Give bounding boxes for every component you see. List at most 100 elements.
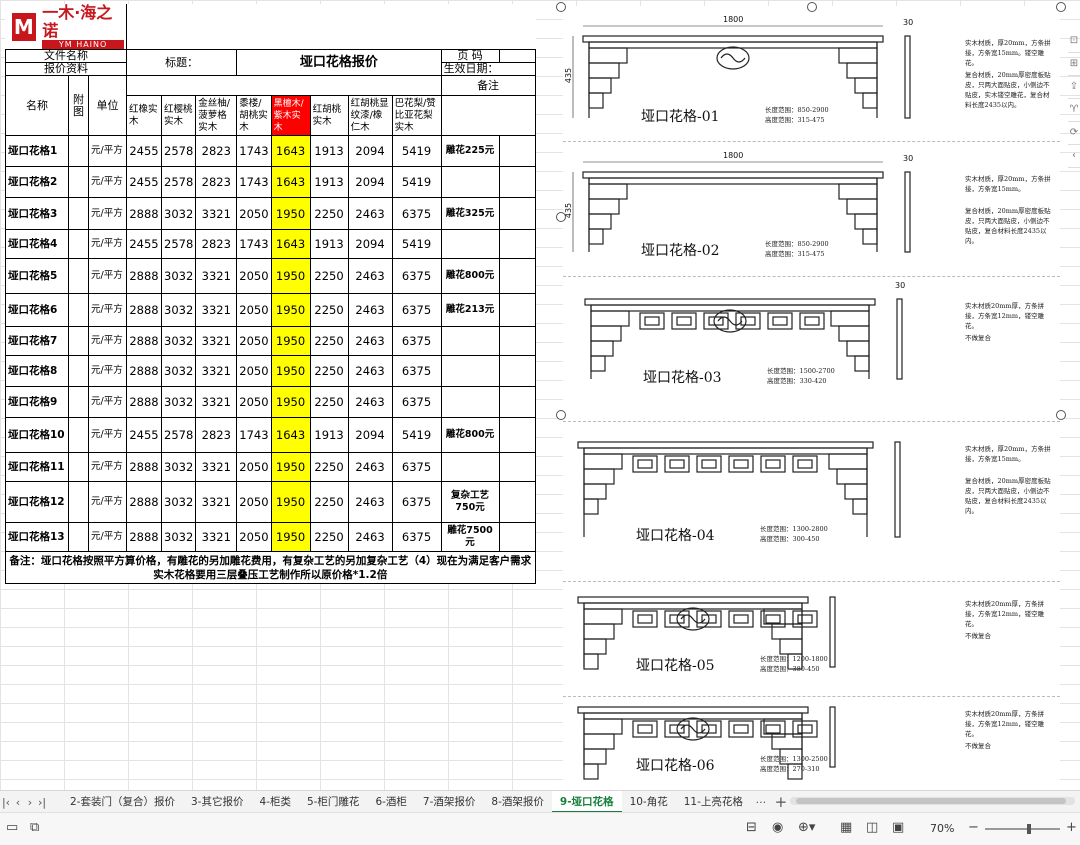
price-cell[interactable]: 2823 — [195, 229, 238, 259]
price-cell[interactable]: 6375 — [391, 197, 442, 230]
price-cell[interactable]: 3032 — [160, 522, 197, 552]
row-blank-cell[interactable] — [498, 293, 536, 327]
price-cell[interactable]: 1913 — [309, 229, 349, 259]
more-tabs-icon[interactable]: ··· — [751, 796, 771, 809]
sheet-tab[interactable]: 7-酒架报价 — [415, 791, 483, 813]
price-cell[interactable]: 2578 — [160, 417, 197, 453]
price-cell[interactable]: 5419 — [391, 229, 442, 259]
price-cell[interactable]: 2888 — [126, 386, 162, 418]
price-cell[interactable]: 1643 — [270, 417, 311, 453]
normal-view-icon[interactable]: ▦ — [840, 820, 852, 835]
row-blank-cell[interactable] — [498, 417, 536, 453]
row-name-cell[interactable]: 垭口花格1 — [5, 135, 69, 167]
price-cell[interactable]: 2050 — [236, 522, 272, 552]
row-name-cell[interactable]: 垭口花格4 — [5, 229, 69, 259]
price-cell[interactable]: 2888 — [126, 258, 162, 294]
price-cell[interactable]: 1950 — [270, 452, 311, 482]
row-unit-cell[interactable]: 元/平方 — [88, 166, 127, 198]
row-name-cell[interactable]: 垭口花格11 — [5, 452, 69, 482]
row-image-cell[interactable] — [68, 522, 89, 552]
price-cell[interactable]: 2250 — [309, 522, 349, 552]
row-note-cell[interactable]: 雕花800元 — [440, 258, 500, 294]
price-cell[interactable]: 2888 — [126, 355, 162, 387]
price-cell[interactable]: 1743 — [236, 135, 272, 167]
price-cell[interactable]: 3032 — [160, 386, 197, 418]
price-cell[interactable]: 3321 — [195, 326, 238, 356]
price-cell[interactable]: 2050 — [236, 481, 272, 523]
first-sheet-icon[interactable]: |‹ — [0, 796, 12, 809]
price-cell[interactable]: 2463 — [347, 452, 393, 482]
row-name-cell[interactable]: 垭口花格6 — [5, 293, 69, 327]
prev-sheet-icon[interactable]: ‹ — [12, 796, 24, 809]
row-note-cell[interactable] — [440, 326, 500, 356]
freeze-icon[interactable]: ⊕▾ — [798, 820, 815, 835]
next-sheet-icon[interactable]: › — [24, 796, 36, 809]
price-cell[interactable]: 2463 — [347, 197, 393, 230]
price-cell[interactable]: 5419 — [391, 417, 442, 453]
sheet-tab[interactable]: 8-酒架报价 — [483, 791, 551, 813]
row-blank-cell[interactable] — [498, 326, 536, 356]
price-cell[interactable]: 3032 — [160, 197, 197, 230]
last-sheet-icon[interactable]: ›| — [36, 796, 48, 809]
side-tool-3-icon[interactable]: ⇪ — [1068, 76, 1080, 99]
sheet-tab[interactable]: 10-角花 — [622, 791, 676, 813]
price-cell[interactable]: 2050 — [236, 355, 272, 387]
row-unit-cell[interactable]: 元/平方 — [88, 293, 127, 327]
price-cell[interactable]: 2888 — [126, 326, 162, 356]
row-name-cell[interactable]: 垭口花格9 — [5, 386, 69, 418]
zoom-level[interactable]: 70% — [930, 822, 954, 835]
row-blank-cell[interactable] — [498, 166, 536, 198]
row-image-cell[interactable] — [68, 452, 89, 482]
price-cell[interactable]: 2578 — [160, 229, 197, 259]
spreadsheet-area[interactable]: M 一木·海之诺 YM HAINO 文件名称 标题： 垭口花格报价 页 码 报价… — [0, 0, 1080, 790]
row-unit-cell[interactable]: 元/平方 — [88, 135, 127, 167]
row-note-cell[interactable]: 雕花800元 — [440, 417, 500, 453]
row-unit-cell[interactable]: 元/平方 — [88, 452, 127, 482]
price-cell[interactable]: 2888 — [126, 197, 162, 230]
price-cell[interactable]: 2455 — [126, 135, 162, 167]
row-image-cell[interactable] — [68, 355, 89, 387]
status-cell-icon[interactable]: ▭ — [6, 820, 18, 835]
row-blank-cell[interactable] — [498, 355, 536, 387]
price-cell[interactable]: 1950 — [270, 326, 311, 356]
price-cell[interactable]: 2250 — [309, 258, 349, 294]
row-unit-cell[interactable]: 元/平方 — [88, 522, 127, 552]
row-unit-cell[interactable]: 元/平方 — [88, 258, 127, 294]
price-cell[interactable]: 6375 — [391, 386, 442, 418]
row-name-cell[interactable]: 垭口花格3 — [5, 197, 69, 230]
price-cell[interactable]: 3321 — [195, 386, 238, 418]
row-note-cell[interactable] — [440, 386, 500, 418]
price-cell[interactable]: 2463 — [347, 355, 393, 387]
sheet-tab[interactable]: 5-柜门雕花 — [299, 791, 367, 813]
price-cell[interactable]: 6375 — [391, 522, 442, 552]
price-cell[interactable]: 2250 — [309, 481, 349, 523]
price-cell[interactable]: 2823 — [195, 166, 238, 198]
eye-protection-icon[interactable]: ◉ — [772, 820, 783, 835]
price-cell[interactable]: 3032 — [160, 481, 197, 523]
price-cell[interactable]: 2463 — [347, 386, 393, 418]
price-cell[interactable]: 2455 — [126, 229, 162, 259]
zoom-out-icon[interactable]: − — [968, 820, 979, 835]
row-image-cell[interactable] — [68, 293, 89, 327]
price-cell[interactable]: 2250 — [309, 355, 349, 387]
row-image-cell[interactable] — [68, 135, 89, 167]
price-cell[interactable]: 3321 — [195, 481, 238, 523]
price-cell[interactable]: 2094 — [347, 229, 393, 259]
row-name-cell[interactable]: 垭口花格8 — [5, 355, 69, 387]
row-note-cell[interactable] — [440, 355, 500, 387]
row-unit-cell[interactable]: 元/平方 — [88, 326, 127, 356]
price-cell[interactable]: 2250 — [309, 452, 349, 482]
row-unit-cell[interactable]: 元/平方 — [88, 417, 127, 453]
price-cell[interactable]: 1743 — [236, 417, 272, 453]
price-cell[interactable]: 1950 — [270, 197, 311, 230]
price-cell[interactable]: 1743 — [236, 166, 272, 198]
row-blank-cell[interactable] — [498, 386, 536, 418]
row-blank-cell[interactable] — [498, 229, 536, 259]
price-cell[interactable]: 1950 — [270, 355, 311, 387]
row-image-cell[interactable] — [68, 258, 89, 294]
price-cell[interactable]: 2823 — [195, 417, 238, 453]
row-image-cell[interactable] — [68, 417, 89, 453]
row-name-cell[interactable]: 垭口花格7 — [5, 326, 69, 356]
price-cell[interactable]: 2094 — [347, 166, 393, 198]
row-image-cell[interactable] — [68, 386, 89, 418]
